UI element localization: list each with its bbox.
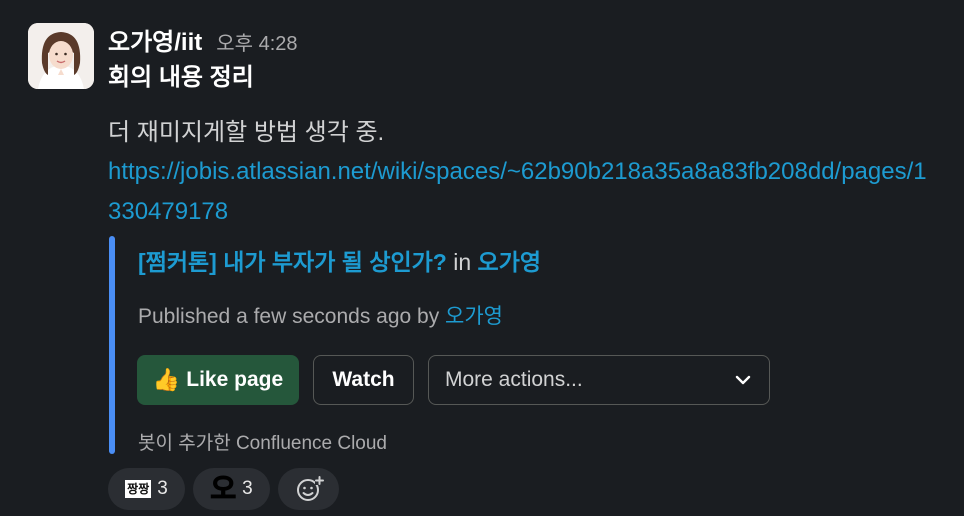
space-link[interactable]: 오가영 bbox=[478, 249, 541, 275]
added-by-text: 봇이 추가한 Confluence Cloud bbox=[138, 433, 388, 454]
like-page-label: Like page bbox=[186, 368, 284, 391]
message-timestamp[interactable]: 오후 4:28 bbox=[216, 27, 297, 56]
watch-label: Watch bbox=[332, 368, 395, 391]
message-body: 더 재미지게할 방법 생각 중. bbox=[108, 119, 385, 146]
chevron-down-icon bbox=[735, 375, 751, 385]
like-page-button[interactable]: 👍 Like page bbox=[137, 355, 299, 405]
o-emoji: 오 bbox=[210, 473, 237, 504]
more-actions-label: More actions... bbox=[445, 368, 583, 391]
reaction-count: 3 bbox=[157, 478, 168, 499]
add-reaction-button[interactable] bbox=[278, 468, 339, 510]
confluence-page-link[interactable]: [쩜커톤] 내가 부자가 될 상인가? bbox=[138, 249, 447, 275]
user-avatar[interactable] bbox=[28, 23, 94, 89]
add-reaction-icon bbox=[296, 476, 324, 501]
watch-button[interactable]: Watch bbox=[313, 355, 414, 405]
message-link[interactable]: https://jobis.atlassian.net/wiki/spaces/… bbox=[108, 152, 938, 232]
jjangjjang-emoji: 짱짱 bbox=[125, 480, 152, 498]
message-title: 회의 내용 정리 bbox=[108, 64, 254, 91]
unfurl-meta: Published a few seconds ago by 오가영 bbox=[138, 300, 503, 330]
reaction-o[interactable]: 오 3 bbox=[193, 468, 270, 510]
reaction-count: 3 bbox=[242, 478, 253, 499]
published-text: Published a few seconds ago by bbox=[138, 305, 446, 328]
message-header: 오가영/iit 오후 4:28 bbox=[108, 22, 298, 57]
reaction-jjangjjang[interactable]: 짱짱 3 bbox=[108, 468, 185, 510]
unfurl-accent-bar bbox=[109, 236, 115, 454]
unfurl-title: [쩜커톤] 내가 부자가 될 상인가? in 오가영 bbox=[138, 243, 541, 277]
more-actions-select[interactable]: More actions... bbox=[428, 355, 770, 405]
username[interactable]: 오가영/iit bbox=[108, 22, 202, 57]
thumbs-up-icon: 👍 bbox=[152, 367, 181, 392]
in-text: in bbox=[446, 249, 478, 275]
author-link[interactable]: 오가영 bbox=[445, 305, 503, 328]
